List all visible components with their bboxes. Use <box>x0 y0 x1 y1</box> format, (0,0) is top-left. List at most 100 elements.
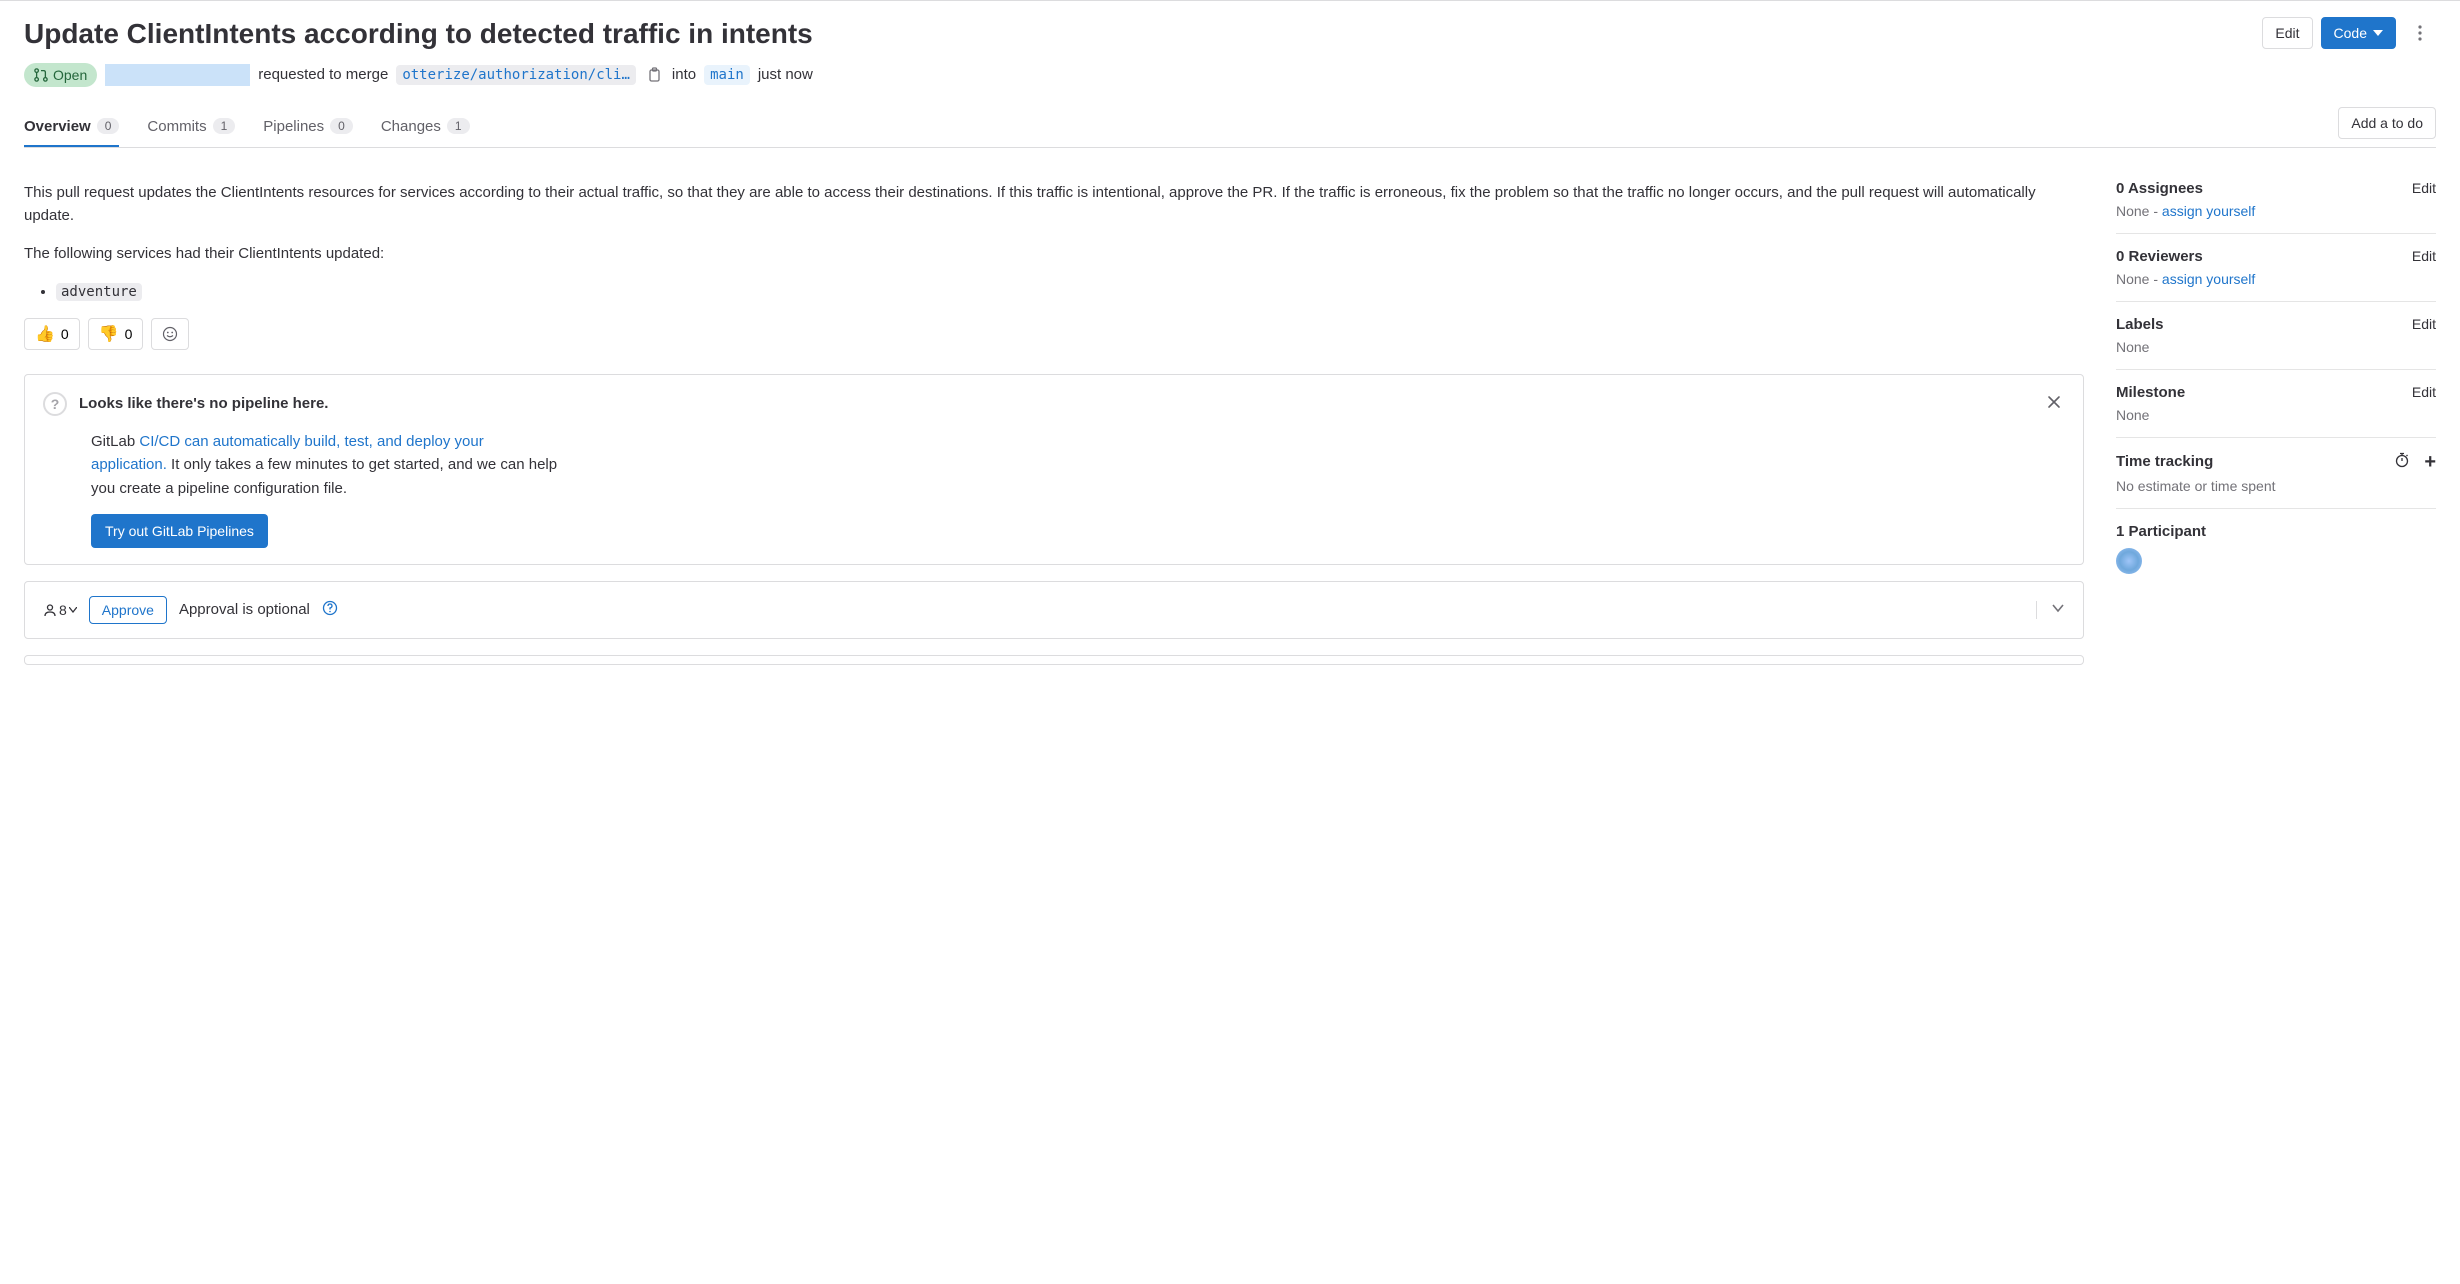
code-dropdown-button[interactable]: Code <box>2321 17 2396 49</box>
tab-changes-label: Changes <box>381 118 441 135</box>
reviewers-edit-button[interactable]: Edit <box>2412 248 2436 264</box>
sidebar-labels: Labels Edit None <box>2116 302 2436 370</box>
time-sub: No estimate or time spent <box>2116 478 2436 494</box>
requested-text: requested to merge <box>258 66 388 83</box>
time-title: Time tracking <box>2116 453 2213 470</box>
page-title: Update ClientIntents according to detect… <box>24 17 2250 51</box>
add-reaction-button[interactable] <box>151 318 189 350</box>
add-time-button[interactable]: + <box>2424 452 2436 472</box>
participants-title: 1 Participant <box>2116 523 2206 540</box>
status-line: Open requested to merge otterize/authori… <box>24 63 2436 87</box>
tab-pipelines-label: Pipelines <box>263 118 324 135</box>
pipeline-body-prefix: GitLab <box>91 433 139 450</box>
milestone-none: None <box>2116 407 2436 423</box>
chevron-down-icon <box>2051 601 2065 615</box>
sidebar-assignees: 0 Assignees Edit None - assign yourself <box>2116 166 2436 234</box>
tabs-row: Overview 0 Commits 1 Pipelines 0 Changes… <box>24 107 2436 148</box>
collapsed-widget <box>24 655 2084 665</box>
when-text: just now <box>758 66 813 83</box>
approvers-count-value: 8 <box>59 602 67 618</box>
thumbs-up-icon: 👍 <box>35 324 55 344</box>
close-button[interactable] <box>2043 391 2065 416</box>
thumbs-down-button[interactable]: 👎 0 <box>88 318 144 350</box>
sidebar-participants: 1 Participant <box>2116 509 2436 588</box>
assign-yourself-reviewer-link[interactable]: assign yourself <box>2162 271 2255 287</box>
status-badge: Open <box>24 63 97 87</box>
tab-commits[interactable]: Commits 1 <box>147 108 235 147</box>
target-branch[interactable]: main <box>704 65 750 85</box>
thumbs-down-count: 0 <box>125 326 133 342</box>
pipeline-card-body: GitLab CI/CD can automatically build, te… <box>43 430 563 548</box>
tab-overview-count: 0 <box>97 118 120 134</box>
expand-approval-button[interactable] <box>2036 601 2065 619</box>
smiley-icon <box>162 326 178 342</box>
tab-changes-count: 1 <box>447 118 470 134</box>
approval-help-button[interactable] <box>322 600 338 620</box>
merge-request-page: Update ClientIntents according to detect… <box>0 0 2460 697</box>
time-report-button[interactable] <box>2394 452 2410 472</box>
author-link[interactable] <box>105 64 250 86</box>
kebab-icon <box>2418 25 2422 41</box>
tabs: Overview 0 Commits 1 Pipelines 0 Changes… <box>24 108 2338 146</box>
tab-overview[interactable]: Overview 0 <box>24 108 119 147</box>
reactions: 👍 0 👎 0 <box>24 318 2084 350</box>
header-row: Update ClientIntents according to detect… <box>24 17 2436 63</box>
code-label: Code <box>2334 25 2367 41</box>
add-todo-button[interactable]: Add a to do <box>2338 107 2436 139</box>
assignees-none: None - <box>2116 203 2162 219</box>
pipeline-card: ? Looks like there's no pipeline here. G… <box>24 374 2084 565</box>
thumbs-up-button[interactable]: 👍 0 <box>24 318 80 350</box>
merge-request-icon <box>34 68 48 82</box>
approval-optional-text: Approval is optional <box>179 601 310 618</box>
thumbs-up-count: 0 <box>61 326 69 342</box>
tab-commits-count: 1 <box>213 118 236 134</box>
approvers-count: 8 <box>43 602 77 618</box>
chevron-down-icon <box>69 607 77 613</box>
mr-description: This pull request updates the ClientInte… <box>24 181 2084 304</box>
approval-widget: 8 Approve Approval is optional <box>24 581 2084 639</box>
tab-pipelines-count: 0 <box>330 118 353 134</box>
labels-title: Labels <box>2116 316 2164 333</box>
milestone-edit-button[interactable]: Edit <box>2412 384 2436 400</box>
chevron-down-icon <box>2373 28 2383 38</box>
close-icon <box>2047 395 2061 409</box>
approve-button[interactable]: Approve <box>89 596 167 624</box>
tab-commits-label: Commits <box>147 118 206 135</box>
tab-pipelines[interactable]: Pipelines 0 <box>263 108 353 147</box>
pipeline-card-title: Looks like there's no pipeline here. <box>79 395 2031 412</box>
source-branch[interactable]: otterize/authorization/cli… <box>396 65 636 85</box>
description-p2: The following services had their ClientI… <box>24 242 2084 265</box>
into-text: into <box>672 66 696 83</box>
more-actions-button[interactable] <box>2404 17 2436 49</box>
edit-button[interactable]: Edit <box>2262 17 2312 49</box>
tab-overview-label: Overview <box>24 118 91 135</box>
question-icon: ? <box>43 392 67 416</box>
stopwatch-icon <box>2394 452 2410 468</box>
question-circle-icon <box>322 600 338 616</box>
status-text: Open <box>53 67 87 83</box>
assign-yourself-link[interactable]: assign yourself <box>2162 203 2255 219</box>
main-column: This pull request updates the ClientInte… <box>24 166 2084 681</box>
milestone-title: Milestone <box>2116 384 2185 401</box>
description-p1: This pull request updates the ClientInte… <box>24 181 2084 228</box>
sidebar-time-tracking: Time tracking + No estimate or time spen… <box>2116 438 2436 509</box>
list-item: adventure <box>56 280 2084 304</box>
participant-avatar[interactable] <box>2116 548 2142 574</box>
try-pipelines-button[interactable]: Try out GitLab Pipelines <box>91 514 268 548</box>
sidebar: 0 Assignees Edit None - assign yourself … <box>2116 166 2436 681</box>
copy-branch-button[interactable] <box>644 65 664 85</box>
header-actions: Edit Code <box>2262 17 2436 49</box>
user-icon <box>43 603 57 617</box>
reviewers-none: None - <box>2116 271 2162 287</box>
tab-changes[interactable]: Changes 1 <box>381 108 470 147</box>
clipboard-icon <box>646 67 662 83</box>
thumbs-down-icon: 👎 <box>99 324 119 344</box>
content-split: This pull request updates the ClientInte… <box>24 166 2436 681</box>
labels-edit-button[interactable]: Edit <box>2412 316 2436 332</box>
sidebar-reviewers: 0 Reviewers Edit None - assign yourself <box>2116 234 2436 302</box>
pipeline-card-header: ? Looks like there's no pipeline here. <box>43 391 2065 416</box>
description-list: adventure <box>24 280 2084 304</box>
assignees-title: 0 Assignees <box>2116 180 2203 197</box>
assignees-edit-button[interactable]: Edit <box>2412 180 2436 196</box>
service-name: adventure <box>56 283 142 301</box>
